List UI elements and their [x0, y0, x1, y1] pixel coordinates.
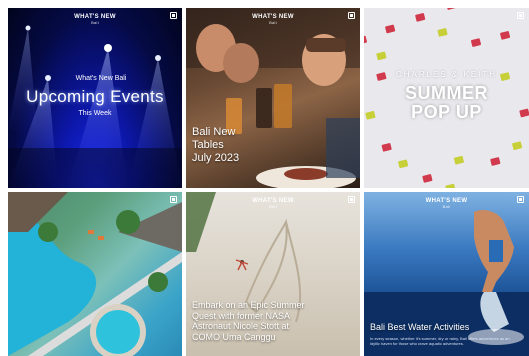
tile-subtitle: This Week [78, 110, 112, 117]
tile-kicker: What's New Bali [75, 75, 127, 82]
post-summer-popup[interactable]: CHARLES & KEITH SUMMER POP UP [364, 8, 529, 188]
post-upcoming-events[interactable]: WHAT'S NEW Bali What's New Bali Upcoming … [8, 8, 182, 188]
brand-logo: WHAT'S NEW Bali [425, 198, 468, 209]
tile-body: In every season, whether it's summer, dr… [370, 336, 510, 346]
post-new-tables[interactable]: WHAT'S NEW Bali Bali New Tables July 2023 [186, 8, 360, 188]
post-summer-quest[interactable]: WHAT'S NEW Bali Embark on an Epic Summer … [186, 192, 360, 356]
brand-logo: WHAT'S NEW Bali [252, 14, 294, 25]
tile-title: Upcoming Events [26, 87, 164, 106]
multi-image-icon [170, 12, 177, 19]
brand-logo: WHAT'S NEW Bali [252, 198, 294, 209]
post-water-activities[interactable]: WHAT'S NEW Bali Bali Best Water Activitie… [364, 192, 529, 356]
aerial-pool-image [8, 192, 182, 356]
tile-title: Bali New Tables July 2023 [192, 126, 240, 164]
multi-image-icon [348, 12, 355, 19]
multi-image-icon [170, 196, 177, 203]
tile-title: SUMMER POP UP [405, 83, 488, 122]
tile-brand-line: CHARLES & KEITH [395, 70, 498, 79]
post-grid: WHAT'S NEW Bali What's New Bali Upcoming … [0, 0, 529, 356]
tile-title: Embark on an Epic Summer Quest with form… [192, 300, 305, 342]
multi-image-icon [348, 196, 355, 203]
multi-image-icon [517, 196, 524, 203]
brand-logo: WHAT'S NEW Bali [74, 14, 116, 25]
multi-image-icon [517, 12, 524, 19]
post-pool-resort[interactable] [8, 192, 182, 356]
tile-title: Bali Best Water Activities [370, 322, 470, 332]
